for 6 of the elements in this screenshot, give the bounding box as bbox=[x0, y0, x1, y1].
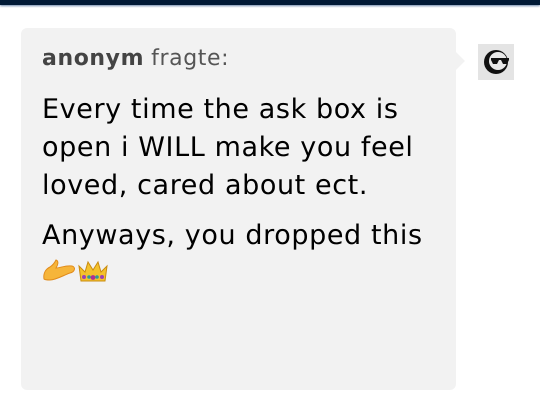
message-text: Every time the ask box is open i WILL make you feel loved, cared about ect. bbox=[42, 93, 415, 203]
message-text: Anyways, you dropped this bbox=[42, 219, 424, 253]
ask-verb: fragte: bbox=[151, 46, 230, 71]
hand-icon bbox=[42, 259, 76, 281]
avatar-icon[interactable] bbox=[478, 44, 514, 80]
asker-name[interactable]: anonym bbox=[42, 46, 144, 71]
